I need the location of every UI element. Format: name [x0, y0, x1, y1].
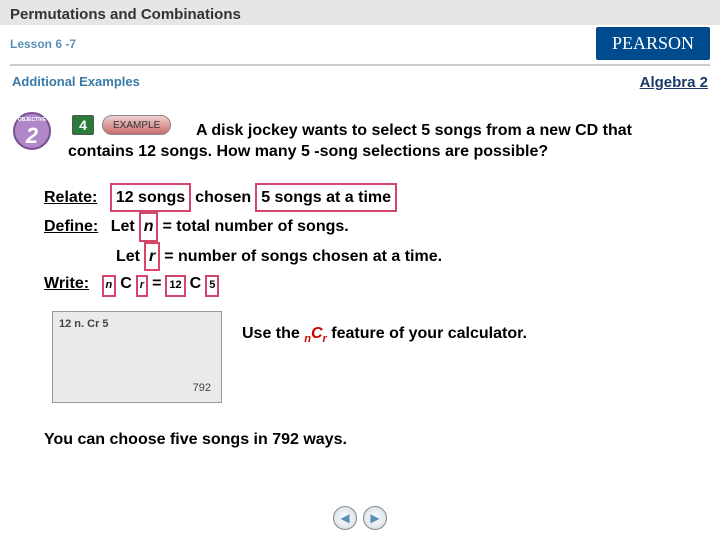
let-1a: Let [111, 214, 135, 240]
write-eq: = [152, 271, 161, 297]
var-r: r [144, 242, 160, 272]
calc-instruction: Use the nCr feature of your calculator. [242, 325, 527, 345]
let-2a: Let [116, 244, 140, 270]
publisher-logo: PEARSON [596, 27, 710, 60]
write-c-2: C [190, 271, 202, 297]
sub-n: n [102, 275, 117, 297]
relate-row: Relate: 12 songs chosen 5 songs at a tim… [44, 183, 700, 213]
relate-label: Relate: [44, 185, 97, 211]
relate-highlight-2: 5 songs at a time [255, 183, 397, 213]
additional-examples-label: Additional Examples [12, 74, 140, 91]
sub-5: 5 [205, 275, 219, 297]
calc-input: 12 n. Cr 5 [59, 318, 109, 330]
define-label: Define: [44, 214, 98, 240]
page-title: Permutations and Combinations [10, 6, 710, 23]
nav-controls: ◀ ▶ [333, 506, 387, 530]
write-c-1: C [120, 271, 132, 297]
calculator-screenshot: 12 n. Cr 5 792 [52, 311, 222, 403]
write-row: Write: n C r = 12 C 5 [44, 271, 700, 297]
define-row-1: Define: Let n = total number of songs. [44, 212, 700, 242]
let-2b: = number of songs chosen at a time. [164, 244, 442, 270]
nav-prev-button[interactable]: ◀ [333, 506, 357, 530]
let-1b: = total number of songs. [162, 214, 348, 240]
conclusion-text: You can choose five songs in 792 ways. [44, 431, 700, 449]
sub-r: r [136, 275, 148, 297]
nav-next-button[interactable]: ▶ [363, 506, 387, 530]
calc-result: 792 [193, 382, 211, 394]
define-row-2: Let r = number of songs chosen at a time… [116, 242, 700, 272]
problem-text: A disk jockey wants to select 5 songs fr… [68, 121, 696, 163]
algebra-link[interactable]: Algebra 2 [640, 74, 708, 91]
objective-2-badge: OBJECTIVE 2 [12, 111, 52, 151]
relate-mid: chosen [195, 185, 251, 211]
var-n: n [139, 212, 159, 242]
lesson-label: Lesson 6 -7 [10, 37, 76, 51]
relate-highlight-1: 12 songs [110, 183, 191, 213]
sub-12: 12 [165, 275, 185, 297]
write-label: Write: [44, 271, 89, 297]
svg-text:2: 2 [25, 123, 39, 148]
